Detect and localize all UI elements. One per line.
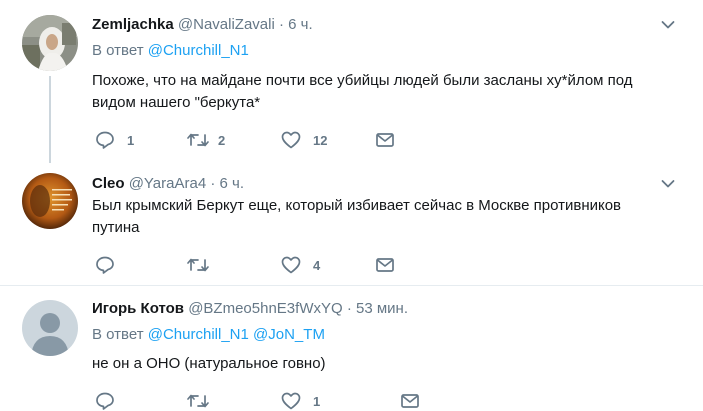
tweet-text: Был крымский Беркут еще, который избивае… [92, 195, 692, 239]
mention-link[interactable]: @Churchill_N1 [148, 326, 249, 343]
user-handle[interactable]: @YaraAra4 [129, 175, 206, 192]
user-handle[interactable]: @NavaliZavali [178, 16, 275, 33]
reply-button[interactable]: 1 [95, 129, 134, 151]
retweet-icon [187, 394, 209, 408]
reply-button[interactable] [95, 390, 127, 411]
orange-face-with-text-photo-icon [22, 173, 78, 229]
reply-prefix: В ответ [92, 42, 144, 59]
tweet-text-line: Был крымский Беркут еще, который избивае… [92, 197, 622, 214]
direct-message-button[interactable] [375, 254, 395, 276]
tweet-header: Cleo @YaraAra4 · 6 ч. [92, 174, 244, 194]
like-button[interactable]: 1 [281, 390, 320, 411]
reply-icon [96, 256, 114, 274]
display-name[interactable]: Игорь Котов [92, 300, 184, 317]
envelope-icon [401, 394, 419, 408]
display-name[interactable]: Cleo [92, 175, 125, 192]
avatar[interactable] [22, 173, 78, 229]
mention-link[interactable]: @JoN_TM [253, 326, 325, 343]
envelope-icon [376, 133, 394, 147]
woman-in-headscarf-photo-icon [22, 15, 78, 71]
reply-context: В ответ @Churchill_N1 @JoN_TM [92, 325, 325, 345]
reply-icon [96, 392, 114, 410]
separator-dot: · [278, 16, 284, 33]
tweet-text-line: Похоже, что на майдане почти все убийцы … [92, 72, 633, 89]
heart-icon [281, 392, 301, 410]
tweet-timestamp[interactable]: 6 ч. [220, 175, 245, 192]
like-count: 4 [313, 257, 321, 273]
like-button[interactable]: 4 [281, 254, 320, 276]
tweet-2[interactable]: Cleo @YaraAra4 · 6 ч. Был крымский Берку… [0, 165, 703, 285]
chevron-down-icon[interactable] [661, 179, 675, 189]
reply-prefix: В ответ [92, 326, 144, 343]
mention-link[interactable]: @Churchill_N1 [148, 42, 249, 59]
retweet-button[interactable] [186, 254, 222, 276]
retweet-button[interactable]: 2 [186, 129, 225, 151]
retweet-icon [187, 133, 209, 147]
retweet-icon [187, 258, 209, 272]
tweet-text-line: не он а ОНО (натуральное говно) [92, 355, 326, 372]
separator-dot: · [346, 300, 352, 317]
tweet-header: Игорь Котов @BZmeo5hnE3fWxYQ · 53 мин. [92, 299, 408, 319]
separator-dot: · [210, 175, 216, 192]
tweet-header: Zemljachka @NavaliZavali · 6 ч. [92, 15, 313, 35]
like-count: 1 [313, 393, 321, 409]
like-button[interactable]: 12 [281, 129, 327, 151]
avatar[interactable] [22, 300, 78, 356]
avatar[interactable] [22, 15, 78, 71]
tweet-text-line: видом нашего "беркута* [92, 94, 261, 111]
chevron-down-icon[interactable] [661, 20, 675, 30]
tweet-text: Похоже, что на майдане почти все убийцы … [92, 70, 692, 114]
tweet-3[interactable]: Игорь Котов @BZmeo5hnE3fWxYQ · 53 мин. В… [0, 286, 703, 411]
tweet-text-line: путина [92, 219, 140, 236]
direct-message-button[interactable] [375, 129, 395, 151]
retweet-button[interactable] [186, 390, 222, 411]
tweet-1[interactable]: Zemljachka @NavaliZavali · 6 ч. В ответ … [0, 0, 703, 165]
reply-button[interactable] [95, 254, 127, 276]
tweet-timestamp[interactable]: 53 мин. [356, 300, 408, 317]
reply-icon [96, 131, 114, 149]
reply-count: 1 [127, 132, 135, 148]
direct-message-button[interactable] [400, 390, 420, 411]
tweet-timestamp[interactable]: 6 ч. [288, 16, 313, 33]
user-handle[interactable]: @BZmeo5hnE3fWxYQ [188, 300, 342, 317]
envelope-icon [376, 258, 394, 272]
heart-icon [281, 131, 301, 149]
display-name[interactable]: Zemljachka [92, 16, 174, 33]
heart-icon [281, 256, 301, 274]
like-count: 12 [313, 132, 328, 148]
retweet-count: 2 [218, 132, 226, 148]
tweet-text: не он а ОНО (натуральное говно) [92, 353, 692, 375]
default-profile-icon [22, 300, 78, 356]
thread-line [49, 76, 51, 163]
reply-context: В ответ @Churchill_N1 [92, 41, 249, 61]
